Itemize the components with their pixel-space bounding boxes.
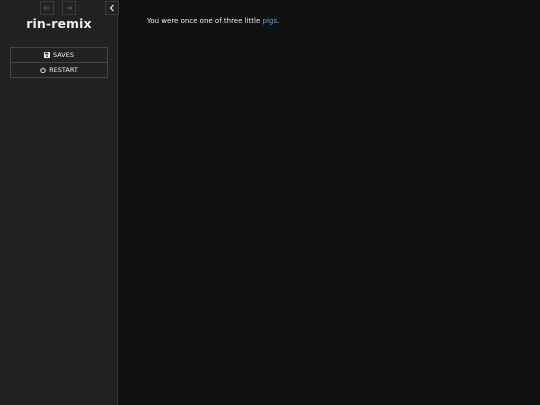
power-icon	[40, 67, 46, 73]
history-forward-button[interactable]	[62, 1, 76, 15]
chevron-left-icon	[109, 4, 114, 12]
save-icon	[44, 52, 51, 58]
saves-button[interactable]: SAVES	[11, 48, 107, 62]
ui-bar: rin-remix SAVES RESTART	[0, 0, 118, 405]
passage-text-after: .	[276, 17, 280, 25]
history-controls	[40, 1, 76, 15]
history-back-button[interactable]	[40, 1, 54, 15]
arrow-left-icon	[43, 5, 50, 11]
arrow-right-icon	[66, 5, 73, 11]
restart-button[interactable]: RESTART	[11, 62, 107, 77]
pigs-link[interactable]: pigs	[263, 17, 277, 25]
restart-label: RESTART	[49, 66, 78, 74]
sidebar-stow-button[interactable]	[105, 1, 119, 15]
passage-text-before: You were once one of three little	[147, 17, 263, 25]
passage-text: You were once one of three little pigs.	[147, 17, 279, 25]
story-menu: SAVES RESTART	[10, 47, 108, 78]
saves-label: SAVES	[53, 51, 74, 59]
story-title: rin-remix	[26, 16, 92, 31]
